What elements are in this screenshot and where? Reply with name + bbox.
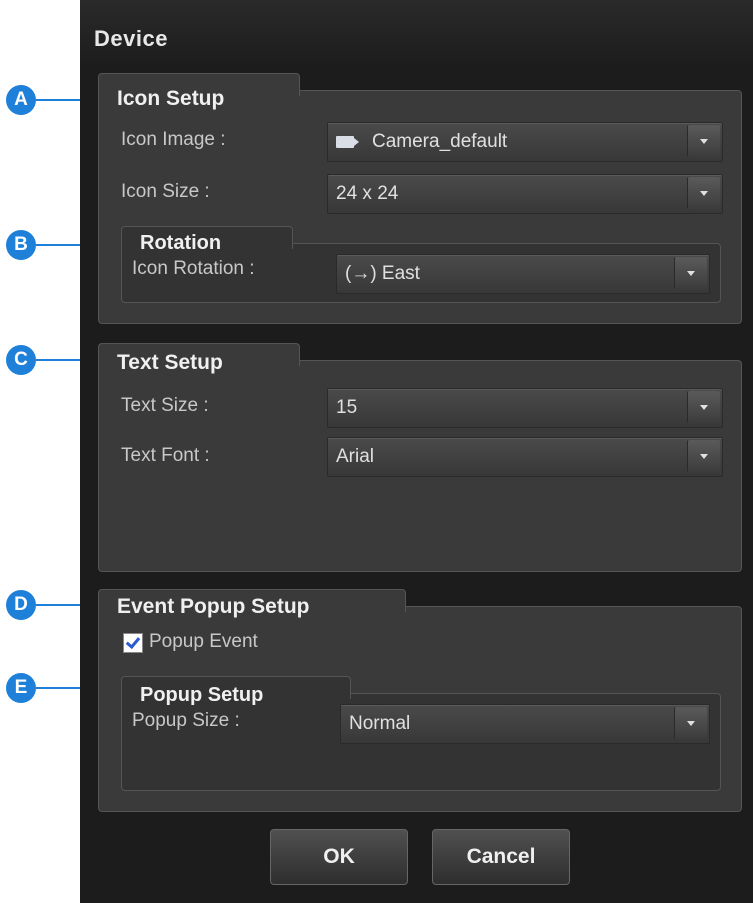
text-size-label: Text Size : (121, 395, 209, 416)
icon-setup-title: Icon Setup (117, 87, 225, 110)
popup-event-label[interactable]: Popup Event (149, 631, 258, 653)
chevron-down-icon[interactable] (687, 125, 720, 157)
event-popup-setup-group: Event Popup Setup Popup Event Popup Setu… (98, 589, 742, 812)
popup-size-value: Normal (349, 713, 411, 734)
popup-setup-group: Popup Setup Popup Size : Normal (121, 676, 721, 791)
icon-image-value: Camera_default (372, 131, 508, 152)
camera-icon (336, 136, 359, 148)
text-setup-group: Text Setup Text Size : 15 Text Font : Ar… (98, 343, 742, 572)
text-font-label: Text Font : (121, 445, 210, 466)
dialog-title: Device (94, 26, 168, 51)
popup-setup-title: Popup Setup (140, 684, 264, 706)
cancel-button[interactable]: Cancel (432, 829, 570, 885)
text-setup-title: Text Setup (117, 351, 223, 374)
callout-e: E (6, 673, 36, 703)
ok-button[interactable]: OK (270, 829, 408, 885)
popup-event-checkbox[interactable] (123, 633, 143, 653)
icon-rotation-select[interactable]: (→) East (336, 254, 710, 294)
icon-size-value: 24 x 24 (336, 183, 399, 204)
icon-rotation-value: (→) East (345, 263, 420, 284)
popup-size-label: Popup Size : (132, 710, 240, 731)
popup-size-select[interactable]: Normal (340, 704, 710, 744)
callout-a: A (6, 85, 36, 115)
icon-image-label: Icon Image : (121, 129, 226, 150)
chevron-down-icon[interactable] (687, 440, 720, 472)
rotation-title: Rotation (140, 232, 222, 254)
text-size-select[interactable]: 15 (327, 388, 723, 428)
icon-rotation-label: Icon Rotation : (132, 258, 255, 279)
rotation-group: Rotation Icon Rotation : (→) East (121, 226, 721, 303)
chevron-down-icon[interactable] (674, 707, 707, 739)
icon-size-select[interactable]: 24 x 24 (327, 174, 723, 214)
text-size-value: 15 (336, 397, 358, 418)
chevron-down-icon[interactable] (687, 391, 720, 423)
icon-setup-group: Icon Setup Icon Image : Camera_default I… (98, 73, 742, 324)
callout-d: D (6, 590, 36, 620)
text-font-select[interactable]: Arial (327, 437, 723, 477)
callout-b: B (6, 230, 36, 260)
chevron-down-icon[interactable] (674, 257, 707, 289)
event-popup-setup-title: Event Popup Setup (117, 595, 310, 618)
device-dialog: Device Icon Setup Icon Image : Camera_de… (80, 0, 753, 903)
icon-size-label: Icon Size : (121, 181, 210, 202)
dialog-titlebar: Device (80, 0, 753, 68)
chevron-down-icon[interactable] (687, 177, 720, 209)
callout-c: C (6, 345, 36, 375)
icon-image-select[interactable]: Camera_default (327, 122, 723, 162)
text-font-value: Arial (336, 446, 375, 467)
